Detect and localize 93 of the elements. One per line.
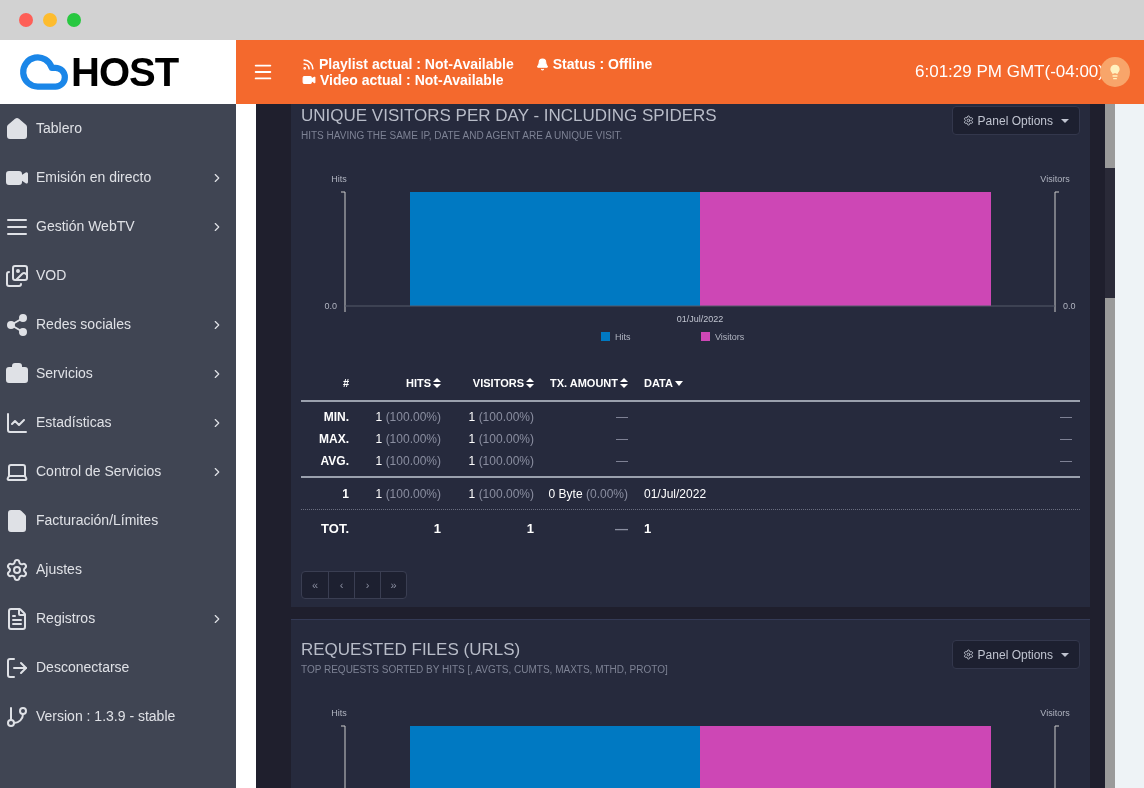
- logo-text: HOST: [71, 52, 179, 92]
- video-camera-icon: [302, 73, 316, 87]
- menu-item-icon: [5, 263, 29, 288]
- y-axis: [340, 725, 346, 788]
- panel-options-button[interactable]: Panel Options: [951, 106, 1080, 135]
- user-avatar[interactable]: [1100, 57, 1130, 87]
- table-cell-text: 1 (100.00%): [374, 431, 441, 448]
- table-cell-text: —: [1059, 453, 1072, 470]
- page-button[interactable]: «: [302, 572, 328, 598]
- sidebar-item[interactable]: VOD: [0, 251, 236, 300]
- table-cell-text: 1 (100.00%): [467, 431, 534, 448]
- menu-item-icon: [5, 704, 29, 729]
- sidebar-item[interactable]: Version : 1.3.9 - stable: [0, 692, 236, 741]
- table-cell-text: —: [1059, 409, 1072, 426]
- table-cell-text: 1 (100.00%): [467, 485, 534, 503]
- panel-title: REQUESTED FILES (URLS): [301, 639, 522, 661]
- panel-options-button[interactable]: Panel Options: [951, 640, 1080, 669]
- tick-label: 01/Jul/2022: [676, 314, 724, 324]
- page-button[interactable]: »: [380, 572, 406, 598]
- menu-item-icon: [5, 606, 29, 631]
- menu-item-icon: [5, 655, 29, 680]
- sidebar-item[interactable]: Estadísticas: [0, 398, 236, 447]
- axis-title: Hits: [331, 708, 347, 718]
- table-cell-text: 1: [643, 520, 653, 539]
- scrollbar[interactable]: [1105, 104, 1115, 788]
- column-header[interactable]: DATA: [628, 374, 1032, 392]
- axis-title: Visitors: [1040, 174, 1070, 184]
- axis-title: Visitors: [1040, 708, 1070, 718]
- table-cell-text: —: [1059, 431, 1072, 448]
- stream-status: Status : Offline: [552, 56, 653, 72]
- menu-item-icon: [5, 361, 29, 386]
- lightbulb-icon: [1107, 64, 1123, 80]
- table-cell-text: 01/Jul/2022: [643, 485, 708, 503]
- sidebar-item[interactable]: Emisión en directo: [0, 153, 236, 202]
- table-cell-text: 1 (100.00%): [374, 485, 441, 503]
- column-header[interactable]: HITS: [349, 374, 441, 392]
- column-header[interactable]: #: [309, 374, 349, 392]
- caret-icon: [1061, 652, 1069, 657]
- y-axis: [1054, 725, 1060, 788]
- sidebar-item[interactable]: Desconectarse: [0, 643, 236, 692]
- sidebar-item[interactable]: Control de Servicios: [0, 447, 236, 496]
- sidebar-item[interactable]: Facturación/Límites: [0, 496, 236, 545]
- panel-subtitle: HITS HAVING THE SAME IP, DATE AND AGENT ARE A UNIQUE VISIT.: [301, 129, 624, 143]
- video-status: Video actual : Not-Available: [320, 72, 504, 88]
- sort-icon: [620, 378, 628, 388]
- table-cell-text: 0 Byte (0.00%): [547, 485, 628, 503]
- table-cell-text: 1 (100.00%): [374, 453, 441, 470]
- table-cell-text: —: [614, 520, 628, 539]
- table-cell-text: —: [615, 431, 628, 448]
- bell-icon: [535, 57, 549, 71]
- clock-text: 6:01:29 PM GMT(-04:00): [915, 61, 1104, 84]
- column-header[interactable]: VISITORS: [441, 374, 534, 392]
- table-cell-text: —: [615, 453, 628, 470]
- menu-item-icon: [5, 557, 29, 582]
- table-cell-text: —: [615, 409, 628, 426]
- sort-descending-icon: [674, 380, 683, 386]
- tick-label: 0.0: [1063, 301, 1076, 311]
- legend-label: Visitors: [715, 332, 745, 342]
- table-cell-text: TOT.: [320, 520, 349, 539]
- axis-title: Hits: [331, 174, 347, 184]
- gear-icon: [962, 115, 974, 126]
- table-cell-text: 1 (100.00%): [374, 409, 441, 426]
- table-cell-text: MIN.: [322, 409, 349, 426]
- sidebar-item[interactable]: Gestión WebTV: [0, 202, 236, 251]
- rss-icon: [302, 57, 315, 71]
- panel-subtitle: TOP REQUESTS SORTED BY HITS [, AVGTS, CUMTS, MAXTS, MTHD, PROTO]: [301, 663, 668, 677]
- menu-item-icon: [5, 508, 29, 533]
- table-cell-text: 1: [525, 520, 534, 539]
- caret-icon: [1061, 118, 1069, 123]
- menu-item-icon: [5, 312, 29, 337]
- column-header[interactable]: TX. AMOUNT: [534, 374, 628, 392]
- sidebar-item[interactable]: Registros: [0, 594, 236, 643]
- playlist-status: Playlist actual : Not-Available: [319, 56, 514, 72]
- tick-label: 0.0: [324, 301, 337, 311]
- gear-icon: [962, 649, 974, 660]
- sort-icon: [433, 378, 441, 388]
- table-cell-text: 1 (100.00%): [467, 409, 534, 426]
- menu-item-icon: [5, 116, 29, 141]
- sidebar-item[interactable]: Ajustes: [0, 545, 236, 594]
- menu-item-icon: [5, 410, 29, 435]
- legend-label: Hits: [615, 332, 631, 342]
- sidebar-item[interactable]: Redes sociales: [0, 300, 236, 349]
- sidebar-item[interactable]: Tablero: [0, 104, 236, 153]
- sidebar-item[interactable]: Servicios: [0, 349, 236, 398]
- page-button[interactable]: ‹: [328, 572, 354, 598]
- page-button[interactable]: ›: [354, 572, 380, 598]
- table-cell-text: 1: [341, 485, 349, 503]
- table-cell-text: MAX.: [318, 431, 349, 448]
- table-cell-text: AVG.: [319, 453, 349, 470]
- table-cell-text: 1 (100.00%): [467, 453, 534, 470]
- panel-title: UNIQUE VISITORS PER DAY - INCLUDING SPIDERS: [301, 105, 717, 127]
- table-cell-text: 1: [432, 520, 441, 539]
- sort-icon: [526, 378, 534, 388]
